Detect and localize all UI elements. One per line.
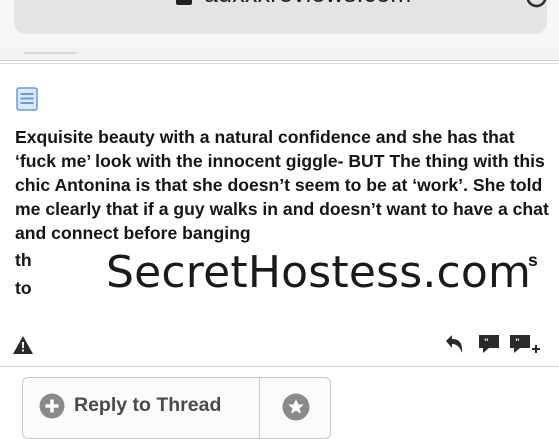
reload-icon[interactable] (522, 0, 550, 11)
address-bar[interactable]: auxxxreviews.com (14, 0, 547, 34)
reply-toolbar: Reply to Thread (22, 377, 331, 439)
svg-text:": " (484, 338, 489, 348)
lock-icon (176, 0, 192, 5)
warning-icon[interactable] (12, 335, 34, 355)
browser-toolbar: auxxxreviews.com (0, 0, 559, 61)
toolbar-strip (0, 48, 559, 61)
multi-quote-icon[interactable]: " (508, 332, 542, 358)
quote-icon[interactable]: " (477, 332, 501, 356)
url-text[interactable]: auxxxreviews.com (204, 0, 411, 9)
star-icon (282, 393, 310, 421)
divider (0, 63, 559, 64)
truncated-text: to (15, 278, 32, 298)
post-body: Exquisite beauty with a natural confiden… (15, 127, 549, 243)
divider (0, 366, 559, 367)
hamburger-icon[interactable] (36, 0, 74, 2)
reply-label: Reply to Thread (74, 394, 222, 416)
document-icon (16, 87, 38, 111)
reply-to-thread-button[interactable]: Reply to Thread (23, 378, 259, 438)
watch-thread-button[interactable] (260, 378, 330, 438)
reply-arrow-icon[interactable] (442, 332, 466, 356)
watermark: SecretHostess.com (106, 247, 532, 298)
truncated-text: th (15, 250, 32, 270)
svg-text:": " (515, 338, 520, 348)
plus-circle-icon (39, 393, 65, 419)
